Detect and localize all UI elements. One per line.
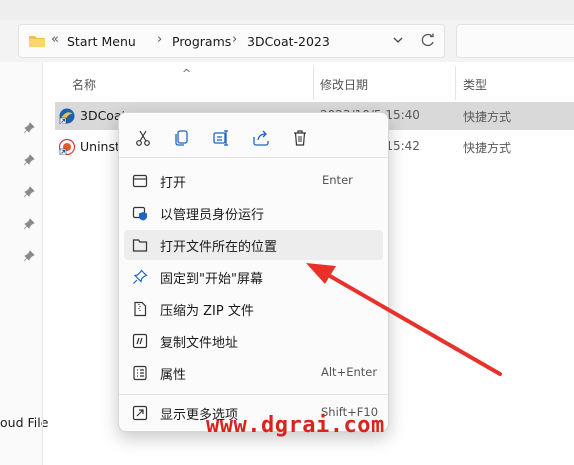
watermark: www.dgrai.com: [206, 413, 385, 438]
annotation-arrow: [306, 263, 502, 376]
